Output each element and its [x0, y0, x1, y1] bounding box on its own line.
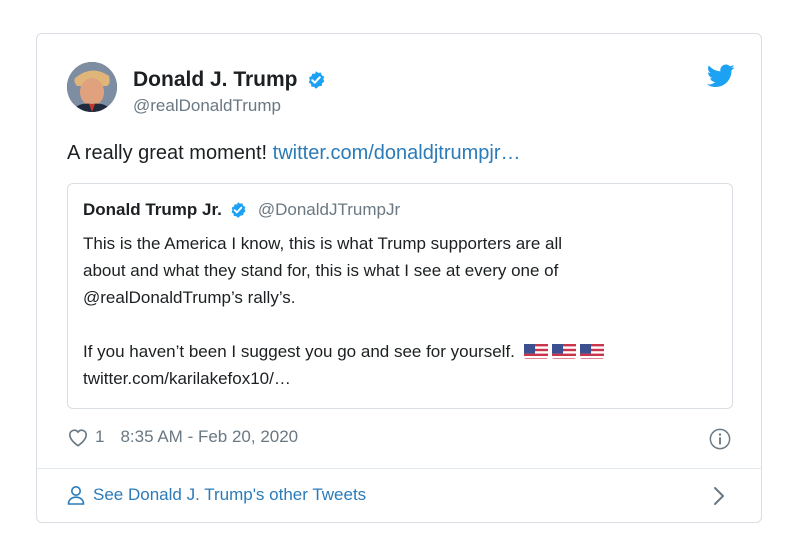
like-count[interactable]: 1	[95, 427, 104, 447]
author-row: Donald J. Trump	[133, 68, 326, 92]
other-tweets-label[interactable]: See Donald J. Trump's other Tweets	[93, 485, 366, 505]
quoted-author-row: Donald Trump Jr. @DonaldJTrumpJr	[83, 200, 400, 220]
heart-icon[interactable]	[67, 427, 89, 447]
quoted-author-name: Donald Trump Jr.	[83, 200, 222, 219]
chevron-right-icon[interactable]	[713, 486, 725, 506]
tweet-meta: 1 8:35 AM - Feb 20, 2020	[67, 427, 298, 447]
quoted-tweet-text: This is the America I know, this is what…	[83, 230, 723, 392]
us-flag-icon	[579, 342, 604, 359]
quoted-author-handle: @DonaldJTrumpJr	[257, 200, 401, 219]
us-flag-icon	[551, 342, 576, 359]
verified-badge-icon	[308, 71, 324, 89]
author-handle[interactable]: @realDonaldTrump	[133, 96, 281, 116]
twitter-bird-icon[interactable]	[707, 64, 735, 88]
info-icon[interactable]	[709, 428, 731, 450]
timestamp[interactable]: 8:35 AM - Feb 20, 2020	[120, 427, 298, 447]
quoted-line: twitter.com/karilakefox10/…	[83, 369, 291, 388]
verified-badge-icon	[231, 202, 246, 218]
tweet-body: A really great moment!	[67, 142, 273, 164]
tweet-link[interactable]: twitter.com/donaldjtrumpjr…	[273, 142, 521, 164]
avatar[interactable]	[67, 62, 117, 112]
embedded-tweet-card: Donald J. Trump @realDonaldTrump A reall…	[36, 33, 762, 523]
author-name[interactable]: Donald J. Trump	[133, 68, 298, 92]
person-icon	[67, 486, 85, 505]
us-flag-icon	[523, 342, 548, 359]
quoted-line: about and what they stand for, this is w…	[83, 261, 559, 280]
quoted-line: This is the America I know, this is what…	[83, 234, 563, 253]
divider	[37, 468, 761, 469]
quoted-line-with-flags: If you haven’t been I suggest you go and…	[83, 338, 723, 365]
tweet-text: A really great moment! twitter.com/donal…	[67, 142, 521, 165]
quoted-tweet[interactable]: Donald Trump Jr. @DonaldJTrumpJr This is…	[67, 183, 733, 409]
other-tweets-link[interactable]: See Donald J. Trump's other Tweets	[67, 485, 366, 505]
quoted-line: @realDonaldTrump’s rally’s.	[83, 288, 296, 307]
quoted-line: If you haven’t been I suggest you go and…	[83, 342, 515, 361]
